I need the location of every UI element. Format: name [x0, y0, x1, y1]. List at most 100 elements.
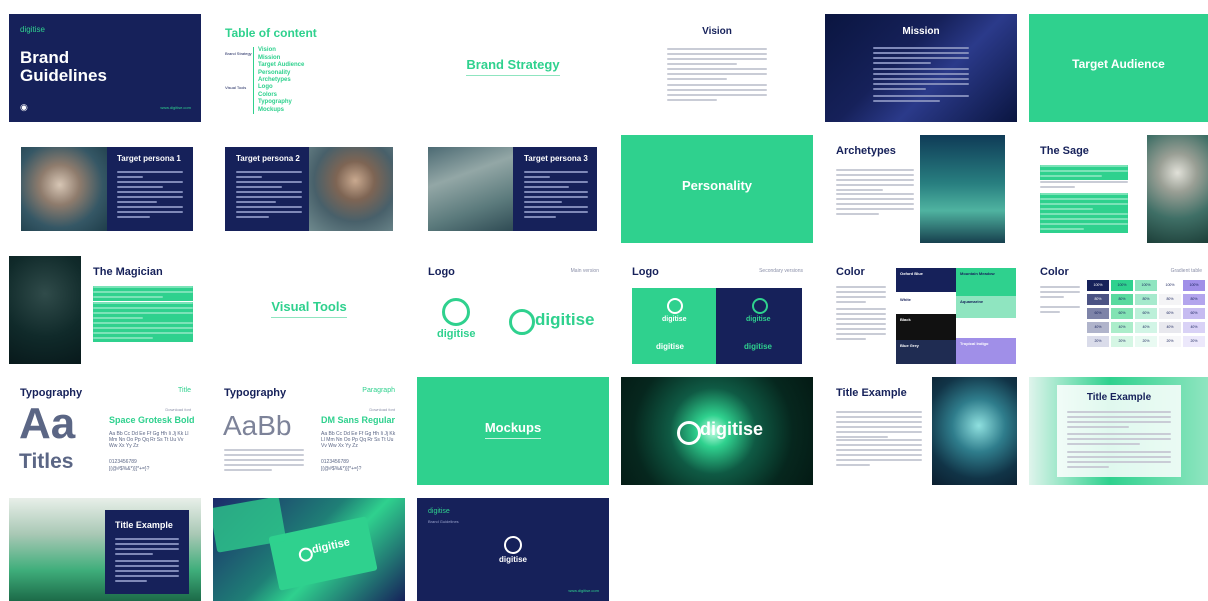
persona3-title: Target persona 3: [524, 154, 588, 163]
cover-footer: www.digitise.com: [160, 105, 191, 110]
toc-group2: Logo Colors Typography Mockups: [253, 84, 292, 114]
gradient-cell: 60%: [1159, 308, 1181, 319]
toc-item[interactable]: Personality: [258, 70, 304, 78]
color-swatch: Blue Grey: [896, 340, 956, 364]
slide-logo-main[interactable]: Logo Main version digitise digitise: [417, 256, 609, 364]
gradient-cell: 60%: [1135, 308, 1157, 319]
gradient-cell: 40%: [1111, 322, 1133, 333]
slide-mockups[interactable]: Mockups: [417, 377, 609, 485]
gradient-cell: 100%: [1159, 280, 1181, 291]
logo-icon: ◉: [20, 102, 28, 112]
toc-group1: Vision Mission Target Audience Personali…: [253, 47, 304, 85]
gradient-cell: 40%: [1183, 322, 1205, 333]
logo-title: Logo: [632, 266, 659, 278]
toc-item[interactable]: Typography: [258, 99, 292, 107]
logo-title: Logo: [428, 266, 455, 278]
statues-photo: [920, 135, 1005, 243]
slide-persona-2[interactable]: Target persona 2: [225, 147, 393, 231]
slide-closing[interactable]: digitise Brand Guidelines digitise www.d…: [417, 498, 609, 601]
sage-photo: [1147, 135, 1208, 243]
business-card-green: digitise: [268, 516, 378, 591]
toc-item[interactable]: Colors: [258, 92, 292, 100]
visual-tools-title: Visual Tools: [271, 299, 347, 318]
font-label: Download font: [369, 407, 395, 412]
slide-cover[interactable]: digitise Brand Guidelines ◉ www.digitise…: [9, 14, 201, 122]
logo-wordmark: digitise: [662, 316, 687, 323]
typography-title: Typography: [20, 387, 83, 399]
logo-wordmark-stacked: digitise: [437, 328, 476, 340]
typography-tag: Title: [178, 387, 191, 394]
slide-color-gradient[interactable]: Color Gradient table 100% 100% 100% 100% 100…: [1029, 256, 1208, 364]
gradient-cell: 40%: [1087, 322, 1109, 333]
slide-typography-paragraph[interactable]: Typography Paragraph AaBb Download font …: [213, 377, 405, 485]
mockups-title: Mockups: [484, 420, 542, 439]
toc-item[interactable]: Logo: [258, 84, 292, 92]
symbol-sample: [(@#$%&*)]{*+=}?: [321, 466, 362, 472]
cover-title-2: Guidelines: [20, 66, 107, 85]
slide-title-example-3[interactable]: Title Example: [9, 498, 201, 601]
logo-mark-icon: [504, 536, 522, 554]
vision-title: Vision: [702, 26, 732, 37]
gradient-cell: 60%: [1111, 308, 1133, 319]
logo-wordmark: digitise: [744, 342, 773, 351]
slide-archetypes[interactable]: Archetypes: [825, 135, 1017, 243]
gradient-cell: 100%: [1087, 280, 1109, 291]
glyph-sample: Aa Bb Cc Dd Ee Ff Gg Hh Ii Jj Kk Ll Mm N…: [321, 431, 396, 449]
slide-vision[interactable]: Vision: [621, 14, 813, 122]
slide-typography-title[interactable]: Typography Title Aa Titles Download font…: [9, 377, 201, 485]
cover-brand: digitise: [20, 25, 45, 34]
slide-target-audience[interactable]: Target Audience: [1029, 14, 1208, 122]
slide-persona-1[interactable]: Target persona 1: [21, 147, 193, 231]
logo-mark-icon: [752, 298, 768, 314]
slide-personality[interactable]: Personality: [621, 135, 813, 243]
toc-item[interactable]: Vision: [258, 47, 304, 55]
gradient-tag: Gradient table: [1170, 268, 1202, 274]
swatch-name: Tropical Indigo: [960, 341, 989, 346]
persona-photo: [21, 147, 107, 231]
symbol-sample: [(@#$%&*)]{*+=}?: [109, 466, 150, 472]
swatch-name: Blue Grey: [900, 343, 919, 348]
color-swatch: White: [896, 294, 956, 314]
toc-group2-label: Visual Tools: [225, 85, 247, 90]
slide-persona-3[interactable]: Target persona 3: [428, 147, 597, 231]
persona1-title: Target persona 1: [117, 154, 181, 163]
persona2-title: Target persona 2: [236, 154, 300, 163]
vision-body: [667, 48, 767, 68]
number-sample: 0123456789: [109, 459, 137, 465]
slide-magician[interactable]: The Magician: [9, 256, 201, 364]
toc-item[interactable]: Mission: [258, 55, 304, 63]
font-label: Download font: [165, 407, 191, 412]
slide-logo-secondary[interactable]: Logo Secondary versions digitise digitis…: [621, 256, 813, 364]
gradient-cell: 20%: [1111, 336, 1133, 347]
slide-visual-tools[interactable]: Visual Tools: [213, 256, 405, 364]
logo-wordmark-horizontal: digitise: [535, 310, 595, 329]
toc-item[interactable]: Mockups: [258, 107, 292, 115]
gradient-cell: 80%: [1087, 294, 1109, 305]
closing-footer: www.digitise.com: [568, 588, 599, 593]
slide-sage[interactable]: The Sage: [1029, 135, 1208, 243]
persona-photo: [309, 147, 393, 231]
slide-mockup-cards[interactable]: digitise: [213, 498, 405, 601]
slide-title-example-1[interactable]: Title Example: [825, 377, 1017, 485]
slide-brand-strategy[interactable]: Brand Strategy: [417, 14, 609, 122]
gradient-cell: 40%: [1135, 322, 1157, 333]
gradient-cell: 20%: [1087, 336, 1109, 347]
logo-wordmark: digitise: [746, 316, 771, 323]
gradient-cell: 20%: [1159, 336, 1181, 347]
slide-color-palette[interactable]: Color Oxford Blue Mountain Meadow White Aqu…: [825, 256, 1017, 364]
gradient-table: 100% 100% 100% 100% 100% 80% 80% 80% 80% 80% 60% 60…: [1087, 280, 1208, 350]
gradient-cell: 80%: [1135, 294, 1157, 305]
typography-big: AaBb: [223, 410, 292, 441]
slide-hero-logo[interactable]: digitise: [621, 377, 813, 485]
hand-photo: [932, 377, 1017, 485]
slide-mission[interactable]: Mission: [825, 14, 1017, 122]
logo-mark-icon: [442, 298, 470, 326]
toc-item[interactable]: Target Audience: [258, 62, 304, 70]
gradient-cell: 40%: [1159, 322, 1181, 333]
logo-mark-icon: [677, 421, 701, 445]
swatch-name: Aquamarine: [960, 299, 984, 304]
gradient-cell: 20%: [1183, 336, 1205, 347]
toc-group1-label: Brand Strategy: [225, 51, 252, 56]
slide-title-example-2[interactable]: Title Example: [1029, 377, 1208, 485]
slide-toc[interactable]: Table of content Brand Strategy Vision M…: [213, 14, 405, 122]
